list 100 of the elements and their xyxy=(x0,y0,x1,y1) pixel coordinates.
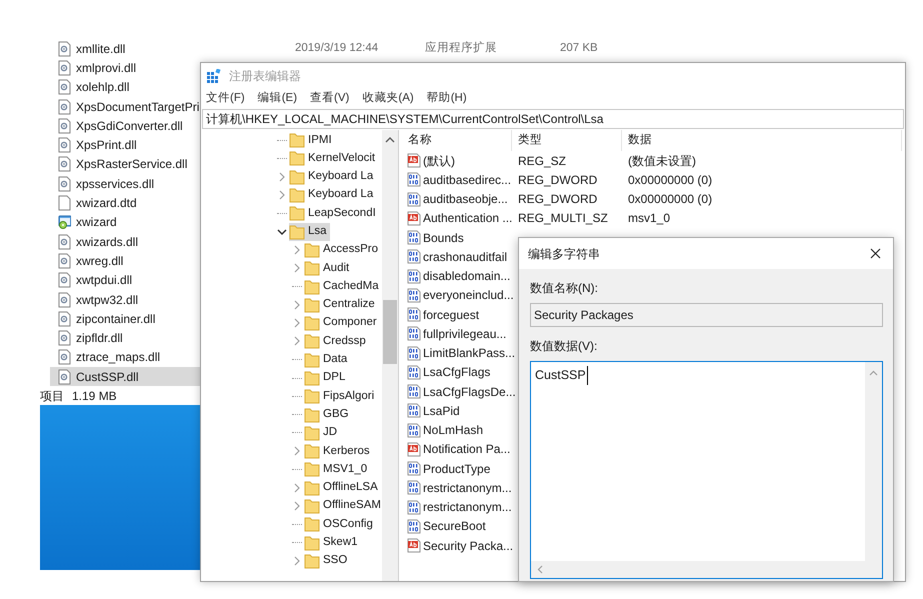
tree-item[interactable]: MSV1_0 xyxy=(304,460,370,478)
file-item[interactable]: zipcontainer.dll xyxy=(50,309,200,328)
file-item[interactable]: XpsGdiConverter.dll xyxy=(50,116,200,136)
binary-value-icon xyxy=(407,422,421,438)
column-header[interactable]: 名称 xyxy=(402,130,512,151)
expand-chevron-icon[interactable] xyxy=(292,501,302,512)
tree-item[interactable]: Keyboard La xyxy=(289,186,376,204)
value-name[interactable]: restrictanonym... xyxy=(423,478,512,497)
expand-chevron-icon[interactable] xyxy=(277,190,287,200)
file-item[interactable]: xwizards.dll xyxy=(50,232,200,252)
expand-chevron-icon[interactable] xyxy=(277,172,287,182)
file-item[interactable]: xolehlp.dll xyxy=(50,78,200,97)
tree-item[interactable]: DPL xyxy=(304,369,348,387)
tree-item[interactable]: JD xyxy=(304,424,340,442)
collapse-chevron-icon[interactable] xyxy=(277,226,287,237)
tree-item[interactable]: Credssp xyxy=(304,332,369,350)
value-name[interactable]: everyoneinclud... xyxy=(423,286,514,304)
column-header[interactable]: 数据 xyxy=(622,130,902,151)
column-header[interactable]: 类型 xyxy=(512,130,622,151)
folder-icon xyxy=(289,168,305,185)
tree-item[interactable]: Centralize xyxy=(304,296,378,314)
value-name[interactable]: Security Packa... xyxy=(423,536,514,555)
value-name[interactable]: LsaCfgFlags xyxy=(423,363,490,382)
value-name[interactable]: disabledomain... xyxy=(423,267,510,286)
value-name[interactable]: crashonauditfail xyxy=(423,248,508,266)
value-name[interactable]: LimitBlankPass... xyxy=(423,344,516,362)
expand-chevron-icon[interactable] xyxy=(292,300,302,310)
tree-item[interactable]: CachedMa xyxy=(304,278,382,296)
tree-item[interactable]: OfflineSAM xyxy=(304,497,382,516)
value-name[interactable]: Authentication ... xyxy=(423,209,512,228)
file-item[interactable]: XpsPrint.dll xyxy=(50,135,200,155)
expand-chevron-icon[interactable] xyxy=(292,482,302,493)
file-item[interactable]: xpsservices.dll xyxy=(50,174,200,194)
value-name[interactable]: auditbasedirec... xyxy=(423,170,512,189)
file-item[interactable]: xwtpdui.dll xyxy=(50,270,200,290)
file-item[interactable]: xmlprovi.dll xyxy=(50,58,200,78)
file-item[interactable]: XpsRasterService.dll xyxy=(50,154,200,174)
tree-item[interactable]: SSO xyxy=(304,552,350,570)
tree-item-label: DPL xyxy=(323,370,346,386)
value-name[interactable]: Notification Pa... xyxy=(423,440,510,458)
tree-item[interactable]: IPMI xyxy=(289,131,335,150)
tree-item-label: OfflineLSA xyxy=(323,480,378,496)
file-item[interactable]: xmllite.dll xyxy=(50,39,200,58)
address-bar[interactable]: 计算机\HKEY_LOCAL_MACHINE\SYSTEM\CurrentControlSet\Control\Lsa xyxy=(202,109,904,129)
tree-item[interactable]: Data xyxy=(304,350,350,369)
tree-item-label: MSV1_0 xyxy=(323,462,368,477)
tree-item[interactable]: KernelVelocit xyxy=(289,149,378,168)
binary-value-icon xyxy=(407,384,421,400)
file-item[interactable]: CustSSP.dll xyxy=(50,367,200,386)
tree-item[interactable]: Audit xyxy=(304,259,352,278)
status-size: 1.19 MB xyxy=(72,388,117,405)
dll-file-icon xyxy=(58,79,71,96)
scroll-up-icon xyxy=(385,136,395,143)
value-name[interactable]: fullprivilegeau... xyxy=(423,324,506,343)
expand-chevron-icon[interactable] xyxy=(292,318,302,328)
file-item[interactable]: xwizard.dtd xyxy=(50,193,200,213)
expand-chevron-icon[interactable] xyxy=(292,244,302,255)
data-field[interactable]: CustSSP xyxy=(530,361,883,579)
scrollbar-thumb[interactable] xyxy=(383,300,397,364)
value-name[interactable]: LsaCfgFlagsDe... xyxy=(423,382,516,401)
value-name[interactable]: NoLmHash xyxy=(423,421,484,440)
file-item[interactable]: xwizard xyxy=(50,212,200,232)
expand-chevron-icon[interactable] xyxy=(292,336,302,346)
menu-item[interactable]: 文件(F) xyxy=(206,90,245,108)
menu-item[interactable]: 帮助(H) xyxy=(426,90,467,108)
tree-item[interactable]: Kerberos xyxy=(304,442,373,460)
expand-chevron-icon[interactable] xyxy=(292,446,302,456)
value-name[interactable]: SecureBoot xyxy=(423,517,486,536)
value-name[interactable]: restrictanonym... xyxy=(423,498,512,516)
value-name[interactable]: auditbaseobje... xyxy=(423,190,508,208)
menu-item[interactable]: 查看(V) xyxy=(310,90,350,108)
value-name[interactable]: Bounds xyxy=(423,228,464,247)
file-item[interactable]: zipfldr.dll xyxy=(50,328,200,348)
tree-item[interactable]: LeapSecondI xyxy=(289,204,379,222)
tree-item[interactable]: OSConfig xyxy=(304,515,376,534)
tree-item[interactable]: Componer xyxy=(304,314,380,332)
dll-file-icon xyxy=(58,176,71,192)
menu-item[interactable]: 收藏夹(A) xyxy=(362,90,414,108)
tree-item[interactable]: GBG xyxy=(304,406,352,424)
folder-icon xyxy=(304,388,320,404)
tree-item[interactable]: Keyboard La xyxy=(289,168,376,186)
tree-item[interactable]: AccessPro xyxy=(304,240,381,259)
file-item[interactable]: XpsDocumentTargetPri xyxy=(50,96,200,116)
value-name[interactable]: forceguest xyxy=(423,306,480,324)
value-name[interactable]: LsaPid xyxy=(423,402,460,420)
tree-item[interactable]: Skew1 xyxy=(304,534,361,552)
tree-item[interactable]: OfflineLSA xyxy=(304,478,381,497)
expand-chevron-icon[interactable] xyxy=(292,263,302,274)
file-item[interactable]: xwtpw32.dll xyxy=(50,290,200,310)
expand-chevron-icon[interactable] xyxy=(292,556,302,566)
binary-value-icon xyxy=(407,403,421,418)
menu-item[interactable]: 编辑(E) xyxy=(258,90,298,108)
file-item[interactable]: ztrace_maps.dll xyxy=(50,348,200,368)
tree-item[interactable]: Lsa xyxy=(289,222,330,241)
tree-item[interactable]: FipsAlgori xyxy=(304,387,378,406)
value-name[interactable]: (默认) xyxy=(423,152,455,170)
file-item[interactable]: xwreg.dll xyxy=(50,251,200,271)
name-field[interactable]: Security Packages xyxy=(530,303,883,327)
value-name[interactable]: ProductType xyxy=(423,460,490,478)
field-label: 数值名称(N): xyxy=(530,280,599,297)
